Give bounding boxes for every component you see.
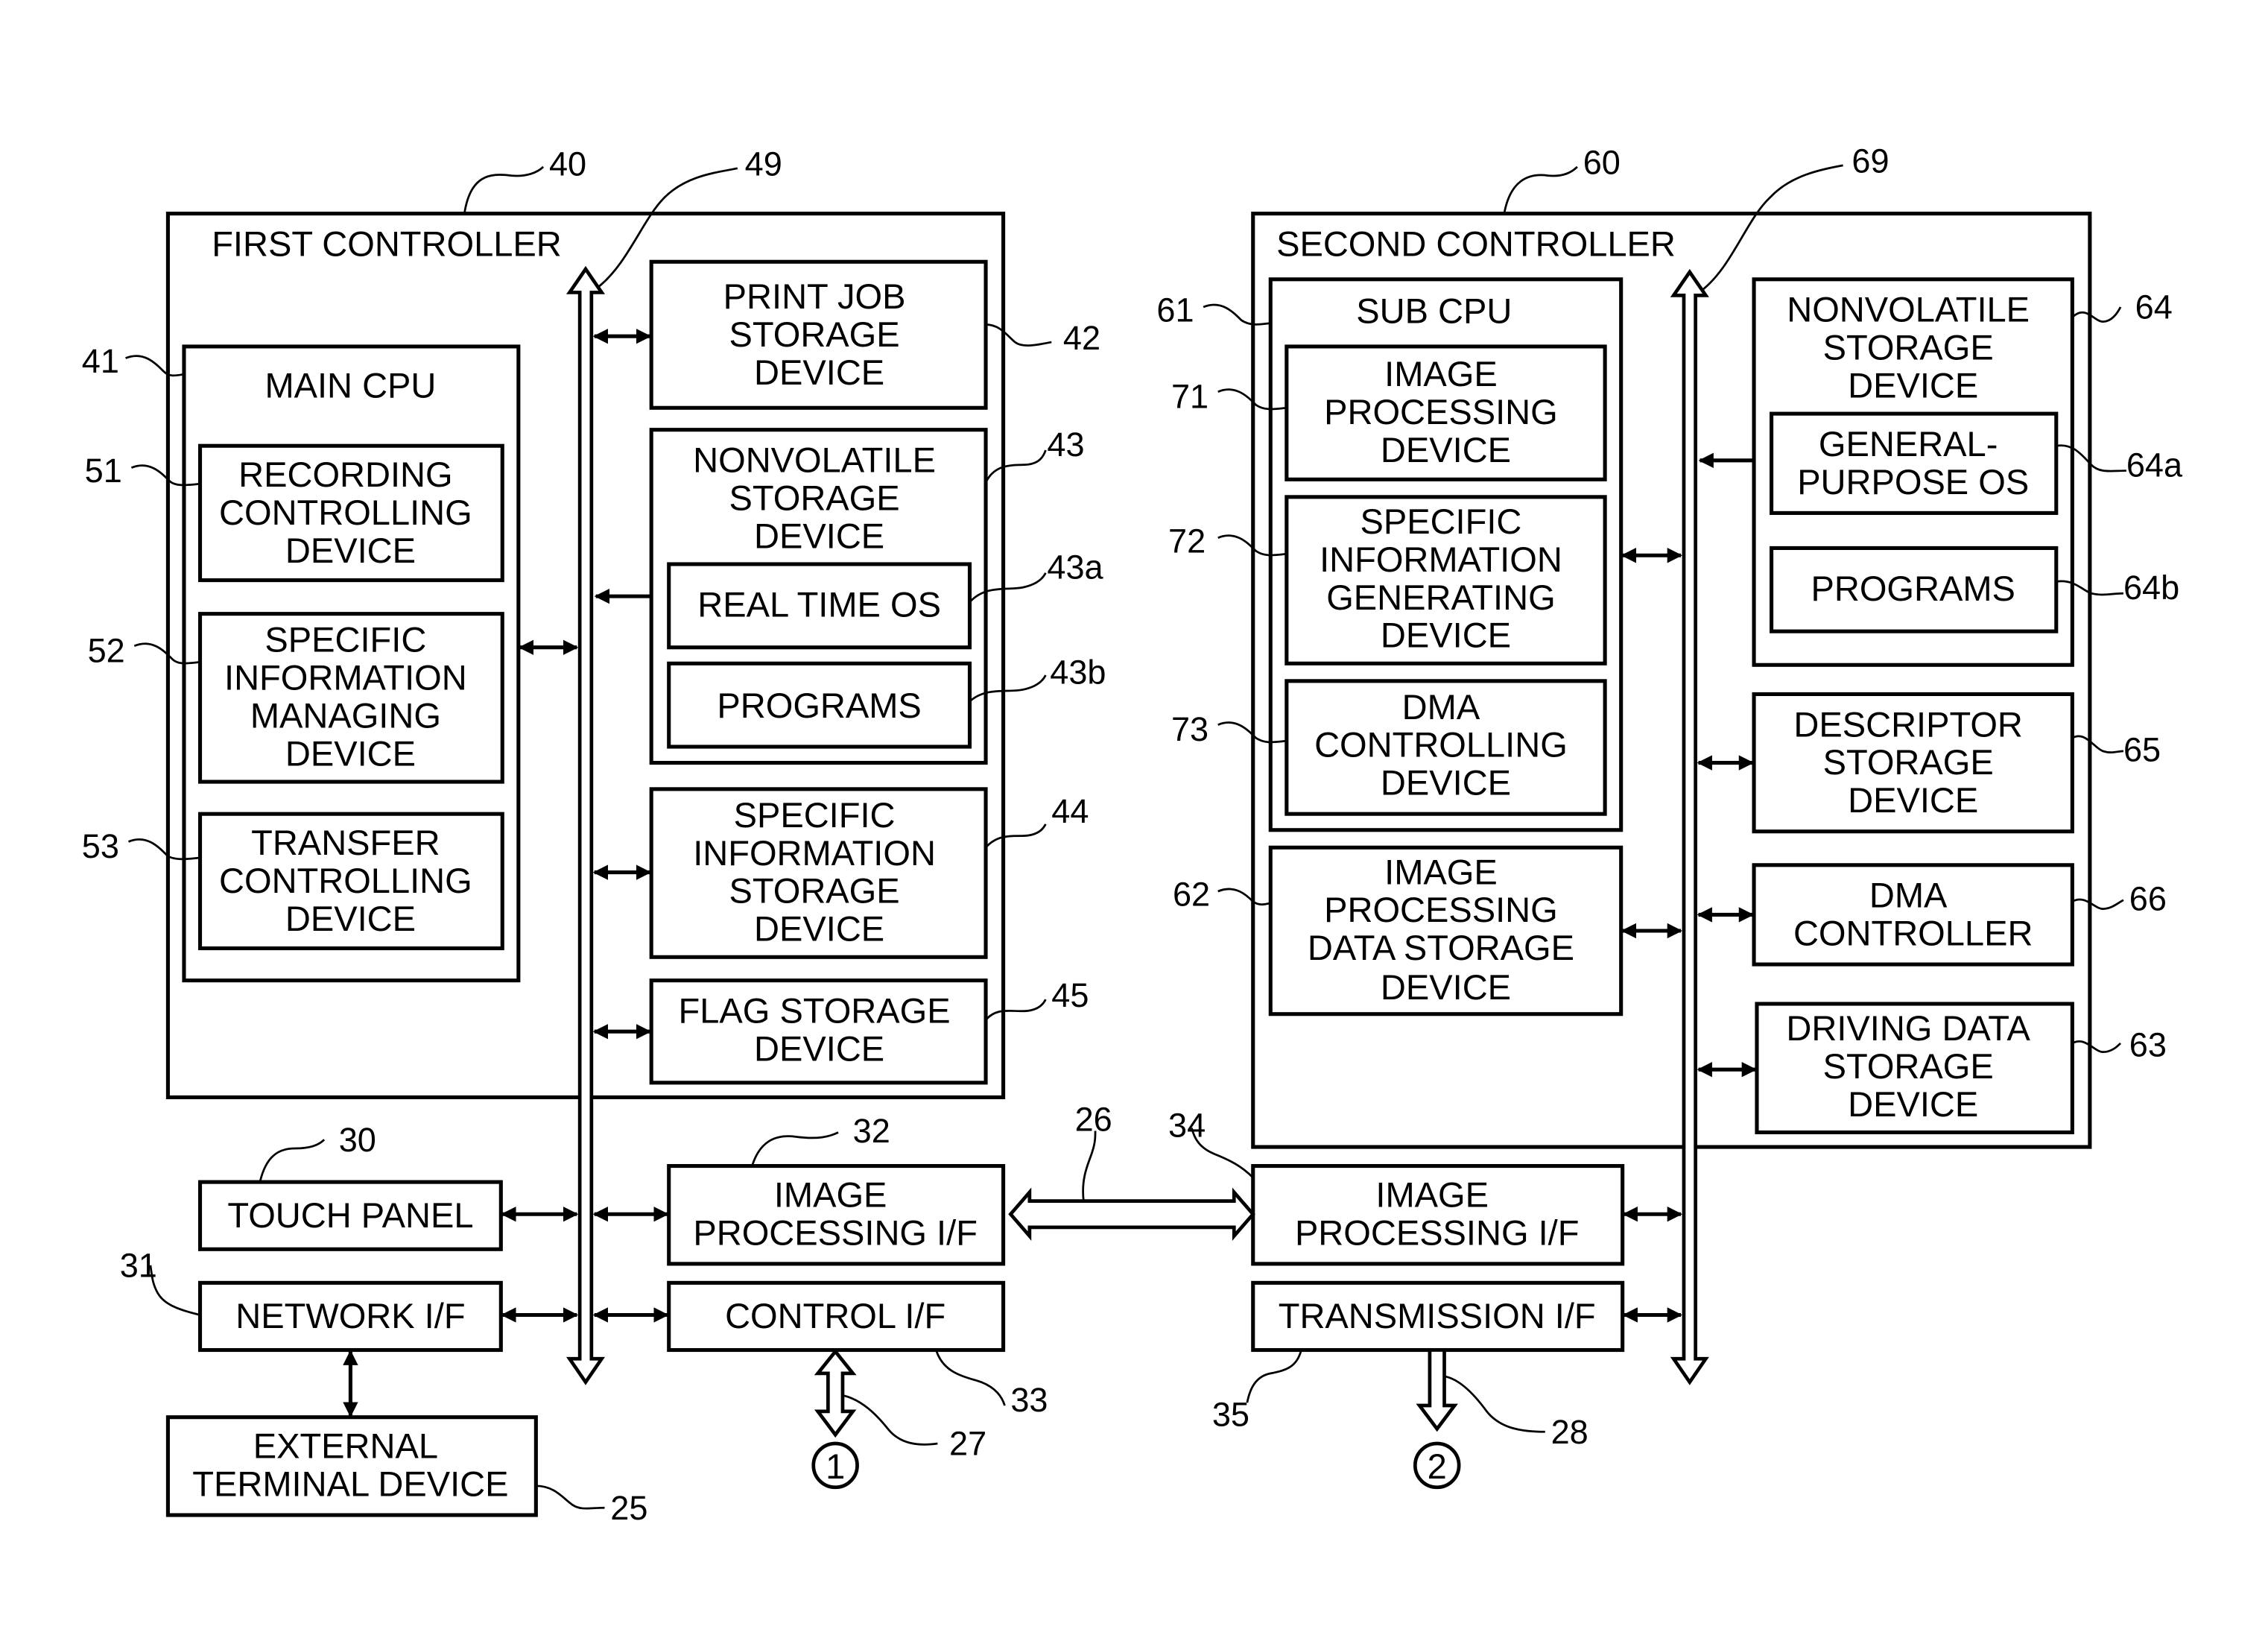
ref-64: 64 bbox=[2135, 288, 2173, 326]
ref-61: 61 bbox=[1156, 291, 1194, 329]
main-cpu-title: MAIN CPU bbox=[265, 366, 436, 405]
general-purpose-os-label: GENERAL- PURPOSE OS bbox=[1797, 424, 2029, 502]
out-28-arrow bbox=[1416, 1348, 1458, 1432]
ref-33: 33 bbox=[1010, 1381, 1048, 1419]
ref-25: 25 bbox=[610, 1489, 647, 1527]
programs-64b-label: PROGRAMS bbox=[1811, 569, 2015, 608]
ref-26: 26 bbox=[1075, 1101, 1112, 1139]
programs-43b-label: PROGRAMS bbox=[717, 686, 921, 725]
block-diagram: FIRST CONTROLLER 40 MAIN CPU 41 RECORDIN… bbox=[82, 142, 2183, 1527]
ref-60: 60 bbox=[1583, 144, 1621, 182]
ref-43a: 43a bbox=[1047, 548, 1103, 586]
lead-26 bbox=[1082, 1131, 1097, 1201]
lead-40 bbox=[463, 165, 545, 214]
ref-31: 31 bbox=[120, 1247, 157, 1285]
peripherals: TOUCH PANEL 30 NETWORK I/F 31 EXTERNAL T… bbox=[120, 1101, 1625, 1527]
ref-65: 65 bbox=[2123, 731, 2161, 769]
ref-64a: 64a bbox=[2126, 446, 2183, 484]
lead-25 bbox=[536, 1485, 605, 1510]
ref-35: 35 bbox=[1212, 1395, 1249, 1433]
ref-28: 28 bbox=[1551, 1413, 1588, 1451]
ref-62: 62 bbox=[1173, 876, 1210, 914]
real-time-os-label: REAL TIME OS bbox=[697, 585, 941, 625]
ref-45: 45 bbox=[1051, 976, 1089, 1014]
lead-28 bbox=[1444, 1375, 1545, 1433]
ref-71: 71 bbox=[1171, 377, 1209, 415]
out-27-arrow bbox=[814, 1348, 857, 1438]
ref-73: 73 bbox=[1171, 710, 1209, 748]
lead-35 bbox=[1246, 1350, 1302, 1403]
lead-32 bbox=[751, 1131, 839, 1166]
ref-52: 52 bbox=[88, 631, 125, 669]
sub-cpu-title: SUB CPU bbox=[1356, 291, 1512, 331]
lead-60 bbox=[1503, 165, 1578, 214]
connector-2-label: 2 bbox=[1428, 1446, 1447, 1486]
touch-panel-label: TOUCH PANEL bbox=[227, 1195, 473, 1235]
main-cpu: MAIN CPU 41 RECORDING CONTROLLING DEVICE… bbox=[82, 342, 521, 983]
lead-27 bbox=[842, 1394, 938, 1446]
ref-30: 30 bbox=[339, 1121, 376, 1159]
network-if-label: NETWORK I/F bbox=[235, 1296, 465, 1335]
ref-51: 51 bbox=[85, 452, 122, 490]
ref-72: 72 bbox=[1168, 522, 1206, 560]
lead-30 bbox=[259, 1139, 326, 1183]
ref-44: 44 bbox=[1051, 792, 1089, 830]
lead-31 bbox=[149, 1265, 200, 1316]
ref-34: 34 bbox=[1168, 1106, 1206, 1144]
ref-63: 63 bbox=[2129, 1026, 2167, 1064]
ref-66: 66 bbox=[2129, 880, 2167, 918]
ref-42: 42 bbox=[1063, 319, 1100, 357]
second-controller-title: SECOND CONTROLLER bbox=[1276, 224, 1676, 263]
ref-27: 27 bbox=[949, 1425, 986, 1463]
ref-41: 41 bbox=[82, 342, 119, 380]
ref-32: 32 bbox=[853, 1112, 890, 1150]
ref-40: 40 bbox=[549, 145, 586, 183]
sub-cpu: SUB CPU 61 IMAGE PROCESSING DEVICE 71 SP… bbox=[1156, 277, 1624, 832]
ref-43: 43 bbox=[1047, 426, 1084, 464]
lead-33 bbox=[935, 1350, 1006, 1406]
ref-64b: 64b bbox=[2123, 569, 2179, 607]
transmission-if-label: TRANSMISSION I/F bbox=[1279, 1296, 1596, 1335]
connector-1-label: 1 bbox=[826, 1446, 845, 1486]
control-if-label: CONTROL I/F bbox=[725, 1296, 945, 1335]
first-controller-title: FIRST CONTROLLER bbox=[212, 224, 562, 263]
ref-69: 69 bbox=[1852, 142, 1889, 180]
ref-43b: 43b bbox=[1050, 654, 1106, 692]
ref-53: 53 bbox=[82, 827, 119, 865]
ref-49: 49 bbox=[745, 145, 782, 183]
link-26-arrow bbox=[1008, 1187, 1255, 1241]
